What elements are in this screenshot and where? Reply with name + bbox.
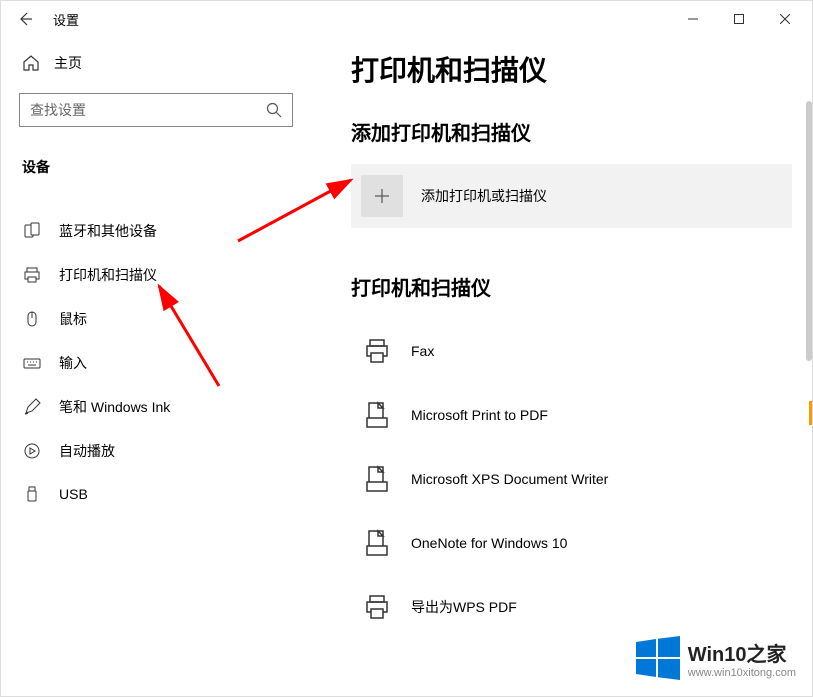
printer-icon (361, 591, 393, 623)
sidebar-item-usb[interactable]: USB (19, 473, 293, 515)
sidebar-item-typing[interactable]: 输入 (19, 341, 293, 385)
sidebar-item-label: USB (59, 486, 88, 502)
add-printer-label: 添加打印机或扫描仪 (421, 186, 547, 206)
home-label: 主页 (54, 53, 82, 73)
device-label: Microsoft Print to PDF (411, 407, 548, 423)
device-item-onenote[interactable]: OneNote for Windows 10 (351, 511, 792, 575)
device-label: OneNote for Windows 10 (411, 535, 567, 551)
sidebar-item-label: 鼠标 (59, 309, 87, 329)
device-item-fax[interactable]: Fax (351, 319, 792, 383)
home-icon (22, 54, 40, 72)
printer-icon (23, 266, 41, 284)
sidebar-item-label: 输入 (59, 353, 87, 373)
document-printer-icon (361, 463, 393, 495)
windows-logo-icon (636, 636, 680, 680)
watermark-url: www.win10xitong.com (688, 667, 796, 679)
autoplay-icon (23, 442, 41, 460)
document-printer-icon (361, 527, 393, 559)
document-printer-icon (361, 399, 393, 431)
window-title: 设置 (45, 10, 79, 29)
sidebar-item-pen[interactable]: 笔和 Windows Ink (19, 385, 293, 429)
device-item-xps[interactable]: Microsoft XPS Document Writer (351, 447, 792, 511)
titlebar: 设置 (1, 1, 812, 37)
list-section-title: 打印机和扫描仪 (351, 272, 792, 301)
sidebar-item-printers[interactable]: 打印机和扫描仪 (19, 253, 293, 297)
scrollbar[interactable] (806, 101, 812, 361)
maximize-button[interactable] (716, 1, 762, 37)
pen-icon (23, 398, 41, 416)
watermark-title: Win10之家 (688, 638, 796, 667)
category-header: 设备 (19, 151, 293, 183)
add-printer-button[interactable]: 添加打印机或扫描仪 (351, 164, 792, 228)
sidebar-item-mouse[interactable]: 鼠标 (19, 297, 293, 341)
keyboard-icon (23, 354, 41, 372)
sidebar-item-label: 蓝牙和其他设备 (59, 221, 157, 241)
search-field[interactable] (30, 102, 266, 118)
page-title: 打印机和扫描仪 (351, 49, 792, 89)
minimize-button[interactable] (670, 1, 716, 37)
bluetooth-icon (23, 222, 41, 240)
sidebar: 主页 设备 蓝牙和其他设备 打印机和扫描仪 鼠标 输入 笔和 Windows I… (1, 37, 311, 696)
mouse-icon (23, 310, 41, 328)
back-button[interactable] (5, 1, 45, 37)
plus-icon (361, 175, 403, 217)
device-label: 导出为WPS PDF (411, 597, 517, 617)
sidebar-item-label: 打印机和扫描仪 (59, 265, 157, 285)
watermark: Win10之家 www.win10xitong.com (636, 636, 796, 680)
device-item-wps[interactable]: 导出为WPS PDF (351, 575, 792, 639)
home-link[interactable]: 主页 (19, 45, 293, 81)
window-controls (670, 1, 808, 37)
printer-icon (361, 335, 393, 367)
sidebar-item-label: 自动播放 (59, 441, 115, 461)
device-label: Fax (411, 343, 434, 359)
close-button[interactable] (762, 1, 808, 37)
device-item-print-pdf[interactable]: Microsoft Print to PDF (351, 383, 792, 447)
main-content: 打印机和扫描仪 添加打印机和扫描仪 添加打印机或扫描仪 打印机和扫描仪 Fax … (311, 37, 812, 696)
search-icon (266, 102, 282, 118)
sidebar-item-bluetooth[interactable]: 蓝牙和其他设备 (19, 209, 293, 253)
sidebar-item-autoplay[interactable]: 自动播放 (19, 429, 293, 473)
device-label: Microsoft XPS Document Writer (411, 471, 608, 487)
edge-marker (809, 401, 812, 425)
sidebar-item-label: 笔和 Windows Ink (59, 397, 170, 417)
usb-icon (23, 485, 41, 503)
search-input[interactable] (19, 93, 293, 127)
arrow-left-icon (17, 11, 33, 27)
add-section-title: 添加打印机和扫描仪 (351, 117, 792, 146)
